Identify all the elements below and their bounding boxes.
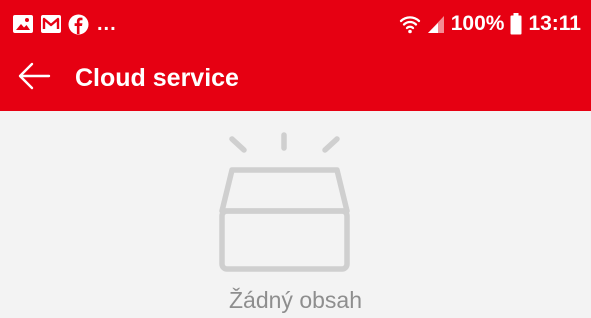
status-bar: ... 100% 13:11	[0, 0, 591, 48]
facebook-icon	[68, 14, 89, 35]
system-status: 100% 13:11	[399, 10, 581, 38]
page-title: Cloud service	[75, 64, 239, 92]
back-button[interactable]	[14, 58, 54, 98]
empty-box-icon	[213, 129, 363, 284]
gallery-icon	[12, 14, 34, 34]
toolbar: Cloud service	[0, 48, 591, 111]
mail-icon	[40, 14, 62, 34]
battery-percent: 100%	[450, 12, 505, 35]
notification-icons: ...	[12, 12, 117, 36]
empty-state: Žádný obsah	[0, 111, 591, 318]
battery-icon	[510, 13, 522, 35]
clock: 13:11	[528, 12, 581, 35]
app-bar: ... 100% 13:11 Cloud service	[0, 0, 591, 111]
wifi-icon	[399, 13, 421, 35]
more-notifications-indicator: ...	[97, 13, 117, 35]
empty-state-message: Žádný obsah	[229, 287, 362, 313]
back-arrow-icon	[17, 62, 51, 95]
signal-icon	[427, 14, 445, 34]
